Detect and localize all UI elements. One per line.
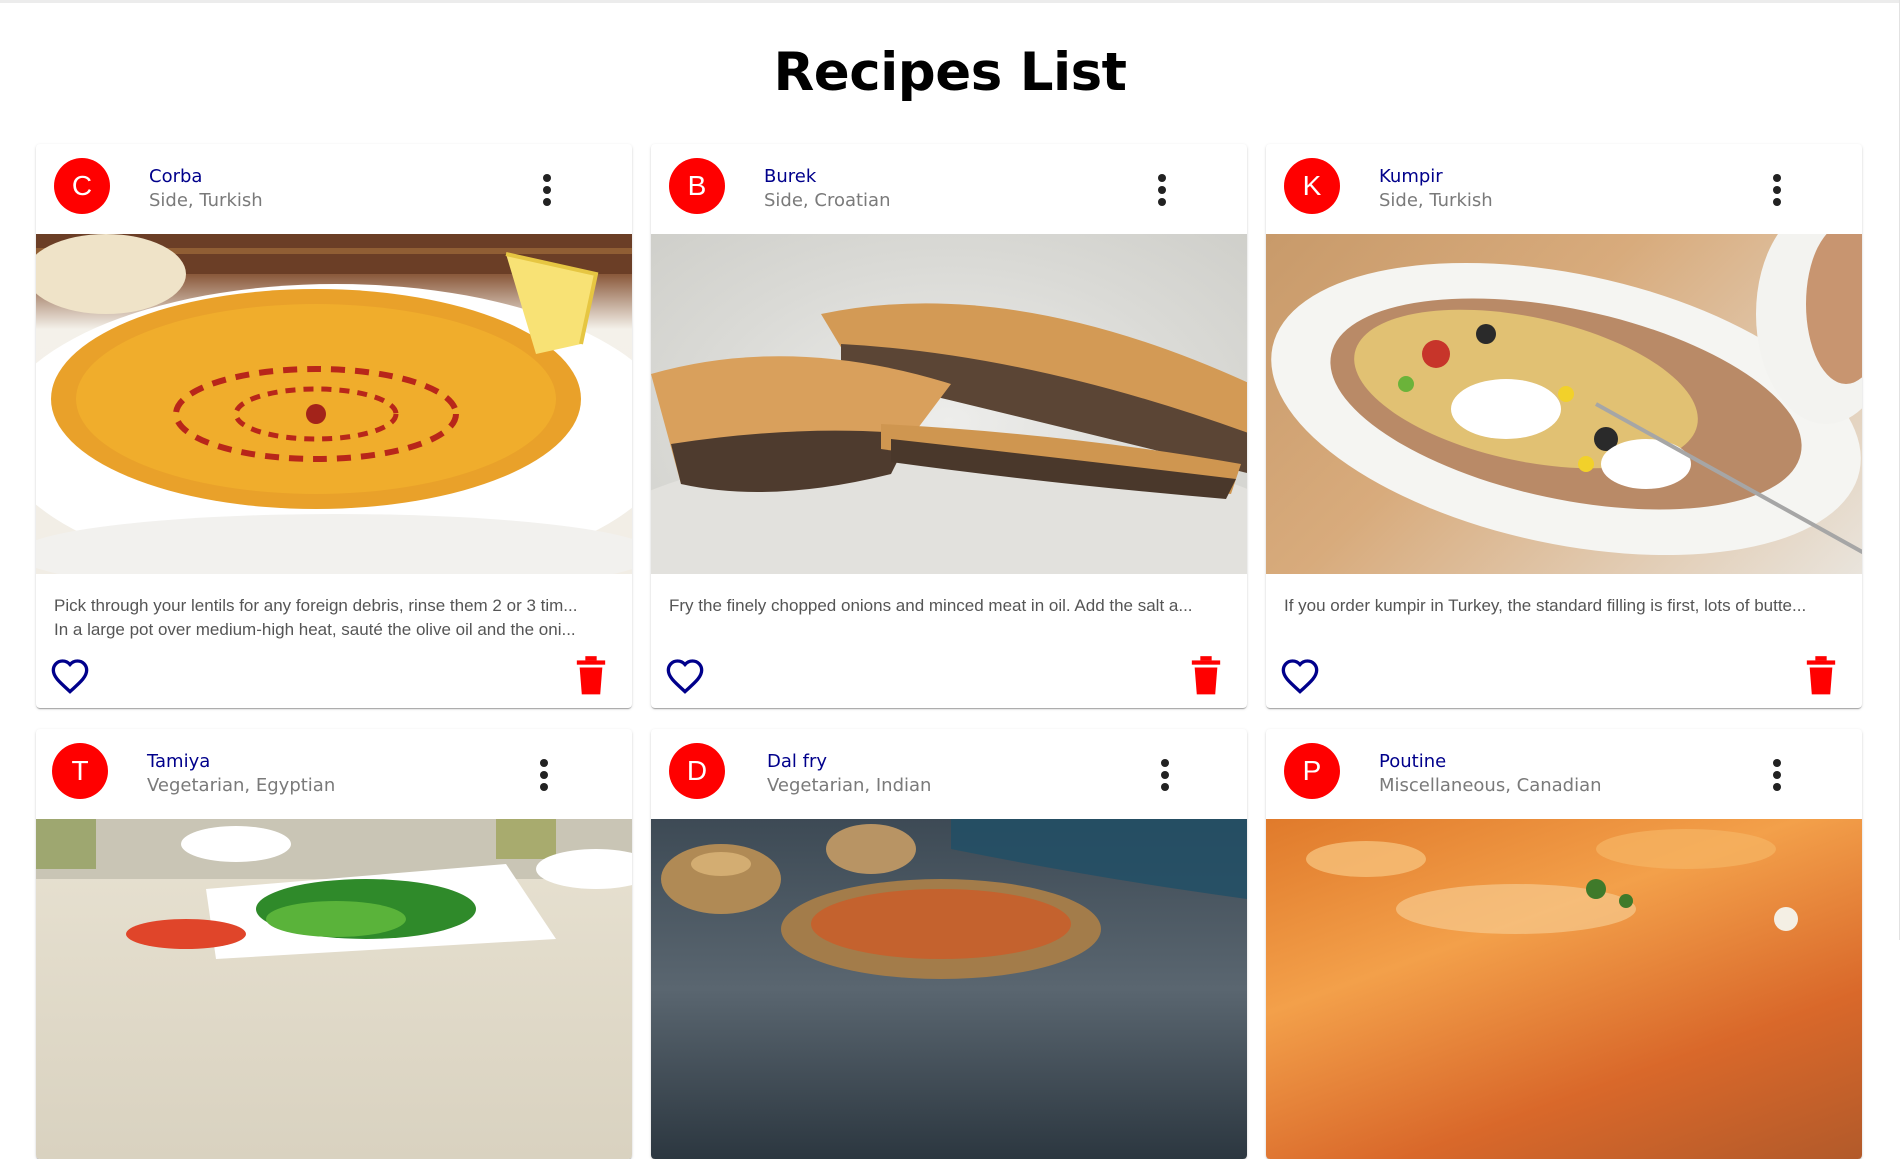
recipe-description: If you order kumpir in Turkey, the stand… (1284, 596, 1807, 615)
avatar: T (52, 743, 108, 799)
avatar: C (54, 158, 110, 214)
delete-button[interactable] (574, 656, 608, 696)
more-vert-icon (543, 174, 551, 182)
more-vert-icon (540, 759, 548, 767)
card-header: C Corba Side, Turkish (36, 144, 632, 234)
recipe-card: K Kumpir Side, Turkish If you order kump… (1266, 144, 1862, 708)
soup-bowl-image (36, 234, 632, 574)
more-options-button[interactable] (1148, 755, 1182, 793)
trash-icon (1191, 656, 1221, 695)
card-header: P Poutine Miscellaneous, Canadian (1266, 729, 1862, 819)
more-options-button[interactable] (530, 170, 564, 208)
trash-icon (576, 656, 606, 695)
recipe-title[interactable]: Poutine (1379, 751, 1446, 772)
card-header: D Dal fry Vegetarian, Indian (651, 729, 1247, 819)
heart-outline-icon (1281, 659, 1319, 694)
recipe-image (651, 819, 1247, 1159)
more-options-button[interactable] (1760, 170, 1794, 208)
tamiya-image (36, 819, 632, 959)
heart-outline-icon (51, 659, 89, 694)
avatar: D (669, 743, 725, 799)
more-options-button[interactable] (1760, 755, 1794, 793)
card-header: B Burek Side, Croatian (651, 144, 1247, 234)
recipe-title[interactable]: Tamiya (147, 751, 210, 772)
poutine-image (1306, 829, 1798, 934)
recipe-card: T Tamiya Vegetarian, Egyptian (36, 729, 632, 1159)
favorite-button[interactable] (1280, 656, 1320, 696)
recipe-subheader: Vegetarian, Indian (767, 775, 932, 796)
heart-outline-icon (666, 659, 704, 694)
recipe-subheader: Miscellaneous, Canadian (1379, 775, 1602, 796)
recipe-title[interactable]: Burek (764, 166, 816, 187)
card-actions (36, 650, 632, 708)
recipe-card: C Corba Side, Turkish Pick through your … (36, 144, 632, 708)
top-divider (0, 0, 1900, 3)
avatar: K (1284, 158, 1340, 214)
avatar: P (1284, 743, 1340, 799)
recipe-title[interactable]: Dal fry (767, 751, 827, 772)
delete-button[interactable] (1804, 656, 1838, 696)
recipe-image (1266, 234, 1862, 574)
card-header: T Tamiya Vegetarian, Egyptian (36, 729, 632, 819)
more-vert-icon (1773, 759, 1781, 767)
recipe-description: Pick through your lentils for any foreig… (54, 596, 578, 639)
card-actions (651, 650, 1247, 708)
favorite-button[interactable] (50, 656, 90, 696)
dal-fry-image (661, 819, 1247, 979)
page-title: Recipes List (773, 42, 1127, 103)
card-actions (1266, 650, 1862, 708)
recipe-title[interactable]: Corba (149, 166, 202, 187)
avatar: B (669, 158, 725, 214)
more-vert-icon (1158, 174, 1166, 182)
recipe-image (36, 819, 632, 1159)
recipe-card: D Dal fry Vegetarian, Indian (651, 729, 1247, 1159)
more-options-button[interactable] (1145, 170, 1179, 208)
more-options-button[interactable] (527, 755, 561, 793)
recipe-card: P Poutine Miscellaneous, Canadian (1266, 729, 1862, 1159)
recipe-subheader: Side, Turkish (149, 190, 263, 211)
recipe-subheader: Side, Croatian (764, 190, 891, 211)
recipe-description: Fry the finely chopped onions and minced… (669, 596, 1193, 615)
recipe-subheader: Vegetarian, Egyptian (147, 775, 336, 796)
recipe-image (651, 234, 1247, 574)
more-vert-icon (1161, 759, 1169, 767)
kumpir-image (1271, 234, 1862, 556)
delete-button[interactable] (1189, 656, 1223, 696)
recipe-subheader: Side, Turkish (1379, 190, 1493, 211)
recipe-title[interactable]: Kumpir (1379, 166, 1443, 187)
recipe-image (36, 234, 632, 574)
more-vert-icon (1773, 174, 1781, 182)
recipe-card: B Burek Side, Croatian Fry the finely ch… (651, 144, 1247, 708)
trash-icon (1806, 656, 1836, 695)
recipe-image (1266, 819, 1862, 1159)
card-header: K Kumpir Side, Turkish (1266, 144, 1862, 234)
favorite-button[interactable] (665, 656, 705, 696)
burek-image (651, 303, 1247, 574)
